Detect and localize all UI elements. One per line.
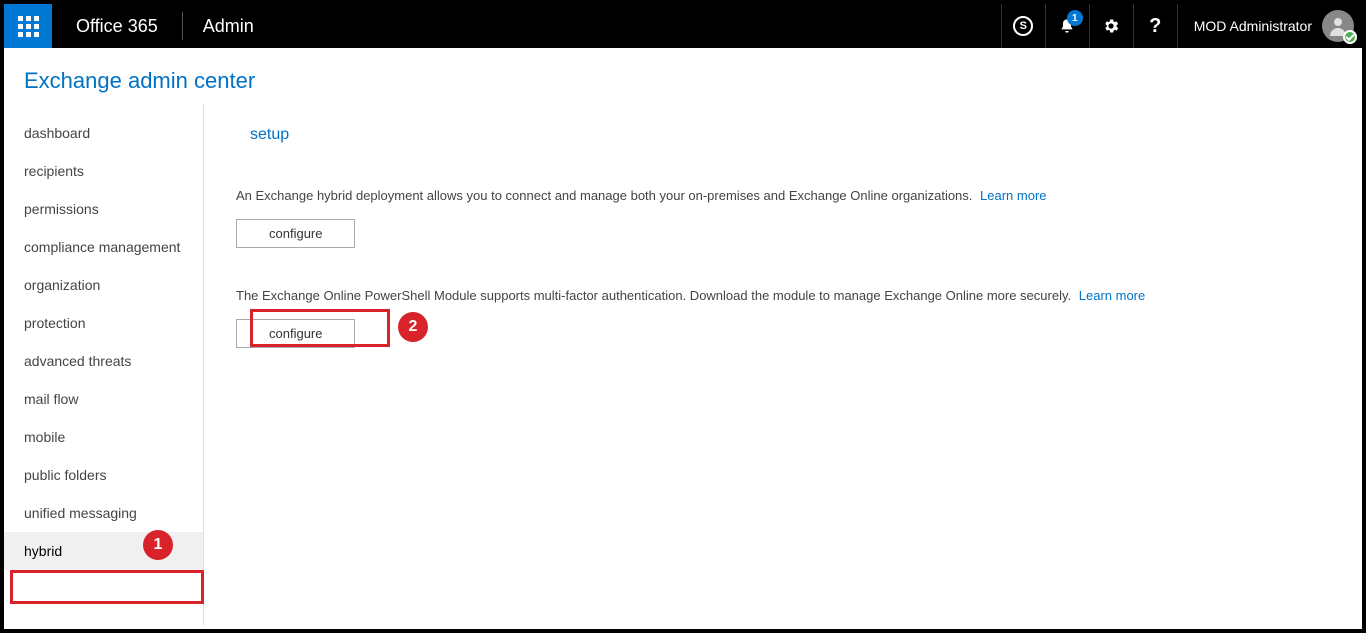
page-title: Exchange admin center: [4, 48, 1362, 104]
powershell-module-section: The Exchange Online PowerShell Module su…: [236, 288, 1332, 348]
sidebar-item-organization[interactable]: organization: [4, 266, 203, 304]
avatar: [1322, 10, 1354, 42]
sidebar-item-compliance-management[interactable]: compliance management: [4, 228, 203, 266]
help-icon: ?: [1149, 15, 1161, 38]
powershell-configure-button[interactable]: configure: [236, 319, 355, 348]
content-area: setup An Exchange hybrid deployment allo…: [204, 104, 1362, 625]
user-name-label: MOD Administrator: [1194, 18, 1312, 34]
powershell-desc: The Exchange Online PowerShell Module su…: [236, 288, 1332, 303]
sidebar-item-mobile[interactable]: mobile: [4, 418, 203, 456]
sidebar-item-hybrid[interactable]: hybrid: [4, 532, 203, 570]
hybrid-learn-more-link[interactable]: Learn more: [980, 188, 1046, 203]
brand-office365[interactable]: Office 365: [52, 4, 182, 48]
skype-icon: S: [1013, 16, 1033, 36]
hybrid-deployment-section: An Exchange hybrid deployment allows you…: [236, 188, 1332, 248]
waffle-icon: [18, 16, 39, 37]
header-right: S 1 ? MOD Administrator: [1001, 4, 1362, 48]
settings-button[interactable]: [1089, 4, 1133, 48]
powershell-desc-text: The Exchange Online PowerShell Module su…: [236, 288, 1071, 303]
sidebar-item-mail-flow[interactable]: mail flow: [4, 380, 203, 418]
sidebar-item-public-folders[interactable]: public folders: [4, 456, 203, 494]
gear-icon: [1102, 17, 1120, 35]
sidebar-item-permissions[interactable]: permissions: [4, 190, 203, 228]
sidebar-item-recipients[interactable]: recipients: [4, 152, 203, 190]
hybrid-desc-text: An Exchange hybrid deployment allows you…: [236, 188, 972, 203]
user-menu[interactable]: MOD Administrator: [1177, 4, 1362, 48]
powershell-learn-more-link[interactable]: Learn more: [1079, 288, 1145, 303]
sidebar-item-unified-messaging[interactable]: unified messaging: [4, 494, 203, 532]
brand-admin[interactable]: Admin: [183, 4, 278, 48]
content-tabs: setup: [236, 122, 1332, 148]
skype-button[interactable]: S: [1001, 4, 1045, 48]
body-area: dashboard recipients permissions complia…: [4, 104, 1362, 625]
sidebar-item-advanced-threats[interactable]: advanced threats: [4, 342, 203, 380]
presence-available-icon: [1343, 30, 1357, 44]
hybrid-configure-button[interactable]: configure: [236, 219, 355, 248]
sidebar-item-dashboard[interactable]: dashboard: [4, 114, 203, 152]
sidebar-item-protection[interactable]: protection: [4, 304, 203, 342]
help-button[interactable]: ?: [1133, 4, 1177, 48]
app-launcher-button[interactable]: [4, 4, 52, 48]
notifications-button[interactable]: 1: [1045, 4, 1089, 48]
brand-group: Office 365 Admin: [52, 4, 278, 48]
tab-setup[interactable]: setup: [236, 122, 303, 148]
sidebar: dashboard recipients permissions complia…: [4, 104, 204, 625]
notification-badge: 1: [1067, 10, 1083, 26]
global-header: Office 365 Admin S 1 ? MOD Administrator: [4, 4, 1362, 48]
hybrid-desc: An Exchange hybrid deployment allows you…: [236, 188, 1332, 203]
